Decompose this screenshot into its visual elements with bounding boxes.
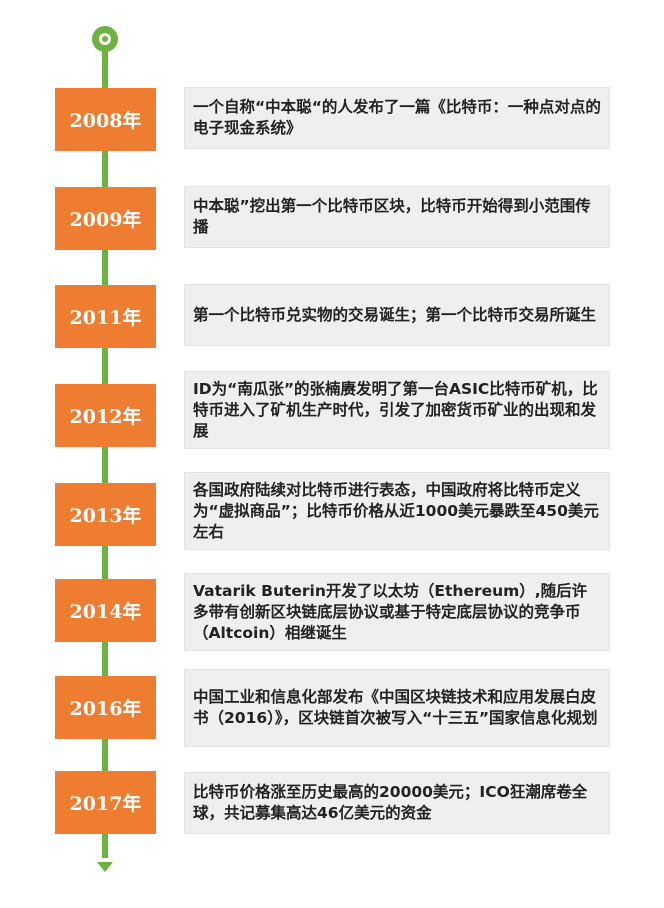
year-badge: 2012年 [55,384,156,447]
event-text: ID为“南瓜张”的张楠赓发明了第一台ASIC比特币矿机，比特币进入了矿机生产时代… [193,379,598,440]
arrow-down-icon [97,862,113,872]
event-description: 中本聪”挖出第一个比特币区块，比特币开始得到小范围传播 [185,187,609,247]
event-text: 中国工业和信息化部发布《中国区块链技术和应用发展白皮书（2016）》，区块链首次… [193,688,598,727]
timeline-event-2013: 2013年 各国政府陆续对比特币进行表态，中国政府将比特币定义为“虚拟商品”；比… [55,473,664,549]
event-text: 第一个比特币兑实物的交易诞生；第一个比特币交易所诞生 [193,305,597,324]
event-text: 中本聪”挖出第一个比特币区块，比特币开始得到小范围传播 [193,197,591,236]
year-badge: 2008年 [55,88,156,151]
timeline-event-2017: 2017年 比特币价格涨至历史最高的20000美元；ICO狂潮席卷全球，共记募集… [55,771,664,837]
timeline-event-2012: 2012年 ID为“南瓜张”的张楠赓发明了第一台ASIC比特币矿机，比特币进入了… [55,372,664,448]
event-text: Vatarik Buterin开发了以太坊（Ethereum）,随后许多带有创新… [193,581,588,642]
timeline-start-icon [92,26,118,52]
timeline-event-2011: 2011年 第一个比特币兑实物的交易诞生；第一个比特币交易所诞生 [55,285,664,351]
event-text: 一个自称“中本聪“的人发布了一篇《比特币：一种点对点的电子现金系统》 [193,98,601,137]
event-description: 一个自称“中本聪“的人发布了一篇《比特币：一种点对点的电子现金系统》 [185,88,609,148]
event-description: 各国政府陆续对比特币进行表态，中国政府将比特币定义为“虚拟商品”；比特币价格从近… [185,473,609,549]
year-badge: 2011年 [55,285,156,348]
event-description: Vatarik Buterin开发了以太坊（Ethereum）,随后许多带有创新… [185,574,609,650]
year-badge: 2013年 [55,483,156,546]
timeline-event-2008: 2008年 一个自称“中本聪“的人发布了一篇《比特币：一种点对点的电子现金系统》 [55,88,664,154]
year-badge: 2017年 [55,771,156,834]
timeline-event-2014: 2014年 Vatarik Buterin开发了以太坊（Ethereum）,随后… [55,574,664,650]
event-description: ID为“南瓜张”的张楠赓发明了第一台ASIC比特币矿机，比特币进入了矿机生产时代… [185,372,609,448]
timeline-event-2016: 2016年 中国工业和信息化部发布《中国区块链技术和应用发展白皮书（2016）》… [55,670,664,746]
timeline-event-2009: 2009年 中本聪”挖出第一个比特币区块，比特币开始得到小范围传播 [55,187,664,253]
year-badge: 2014年 [55,579,156,642]
event-description: 比特币价格涨至历史最高的20000美元；ICO狂潮席卷全球，共记募集高达46亿美… [185,773,609,833]
year-badge: 2016年 [55,676,156,739]
event-description: 中国工业和信息化部发布《中国区块链技术和应用发展白皮书（2016）》，区块链首次… [185,670,609,746]
event-description: 第一个比特币兑实物的交易诞生；第一个比特币交易所诞生 [185,285,609,345]
event-text: 各国政府陆续对比特币进行表态，中国政府将比特币定义为“虚拟商品”；比特币价格从近… [193,480,599,541]
year-badge: 2009年 [55,187,156,250]
event-text: 比特币价格涨至历史最高的20000美元；ICO狂潮席卷全球，共记募集高达46亿美… [193,783,588,822]
